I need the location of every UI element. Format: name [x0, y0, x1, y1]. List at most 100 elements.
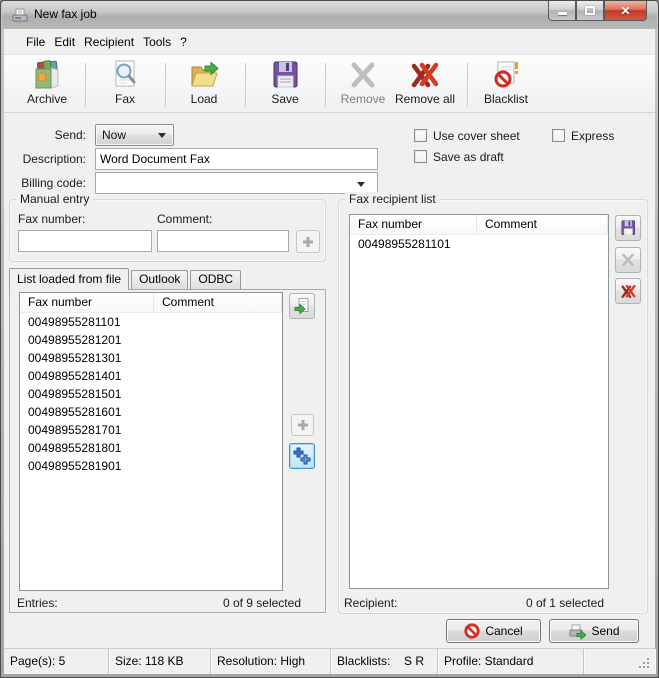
table-header: Fax number Comment: [20, 293, 282, 313]
load-list-from-file-button[interactable]: [289, 293, 315, 319]
menu-edit[interactable]: Edit: [50, 32, 79, 52]
double-plus-icon: [293, 447, 311, 465]
table-row[interactable]: 00498955281701: [20, 421, 282, 439]
menu-recipient[interactable]: Recipient: [80, 32, 138, 52]
remove-all-button[interactable]: Remove all: [385, 58, 465, 110]
table-row[interactable]: 00498955281201: [20, 331, 282, 349]
table-cell: 00498955281901: [20, 457, 154, 475]
send-label: Send:: [9, 128, 86, 142]
load-button[interactable]: Load: [166, 58, 242, 110]
new-fax-job-window: New fax job ✕ File Edit Recipient Tools …: [0, 0, 659, 678]
send-fax-icon: [568, 622, 586, 640]
menu-tools[interactable]: Tools: [139, 32, 175, 52]
table-row[interactable]: 00498955281901: [20, 457, 282, 475]
send-value: Now: [102, 128, 126, 142]
tab-outlook[interactable]: Outlook: [131, 270, 188, 289]
menu-help[interactable]: ?: [176, 32, 191, 52]
table-row[interactable]: 00498955281401: [20, 367, 282, 385]
toolbar-button-label: Load: [166, 92, 242, 106]
fax-app-icon[interactable]: [12, 7, 28, 23]
description-label: Description:: [9, 152, 86, 166]
remove-all-x-icon: [620, 283, 637, 300]
toolbar: Archive Fax: [4, 54, 655, 113]
table-row[interactable]: 00498955281101: [350, 235, 608, 253]
express-checkbox[interactable]: [552, 129, 565, 142]
toolbar-separator: [245, 63, 246, 107]
close-button[interactable]: ✕: [604, 1, 647, 21]
tab-list-loaded-from-file[interactable]: List loaded from file: [9, 268, 129, 290]
blacklist-button[interactable]: Blacklist: [470, 58, 542, 110]
titlebar[interactable]: New fax job ✕: [2, 1, 657, 29]
save-button[interactable]: Save: [247, 58, 323, 110]
manual-fax-number-input[interactable]: [18, 230, 152, 252]
send-button-label: Send: [591, 624, 619, 638]
file-list-table: Fax number Comment 004989552811010049895…: [19, 292, 283, 591]
table-cell: [154, 385, 282, 403]
tab-odbc[interactable]: ODBC: [190, 270, 241, 289]
status-filler: [584, 649, 655, 674]
save-icon: [269, 59, 301, 91]
status-blacklists-value: S R: [404, 649, 424, 674]
recipient-table: Fax number Comment 00498955281101: [349, 214, 609, 589]
toolbar-button-label: Archive: [10, 92, 84, 106]
remove-recipient-button[interactable]: [615, 247, 641, 273]
toolbar-button-label: Save: [247, 92, 323, 106]
table-cell: 00498955281501: [20, 385, 154, 403]
manual-entry-title: Manual entry: [16, 192, 93, 206]
send-dropdown[interactable]: Now: [95, 124, 174, 146]
comment-label: Comment:: [157, 212, 212, 226]
maximize-button[interactable]: [576, 1, 604, 21]
manual-add-button[interactable]: [296, 230, 320, 253]
blacklist-icon: [490, 59, 522, 91]
table-row[interactable]: 00498955281301: [20, 349, 282, 367]
table-cell: 00498955281301: [20, 349, 154, 367]
save-recipient-list-button[interactable]: [615, 215, 641, 241]
table-row[interactable]: 00498955281501: [20, 385, 282, 403]
remove-all-icon: [409, 59, 441, 91]
column-header-fax-number[interactable]: Fax number: [20, 293, 154, 312]
file-list-selection-status: 0 of 9 selected: [223, 596, 301, 610]
add-all-button[interactable]: [289, 443, 315, 469]
column-header-fax-number[interactable]: Fax number: [350, 215, 477, 234]
table-row[interactable]: 00498955281101: [20, 313, 282, 331]
table-cell: 00498955281101: [20, 313, 154, 331]
table-row[interactable]: 00498955281801: [20, 439, 282, 457]
send-button[interactable]: Send: [549, 619, 639, 643]
remove-icon: [347, 59, 379, 91]
toolbar-button-label: Fax: [88, 92, 162, 106]
cancel-icon: [464, 623, 480, 639]
column-header-comment[interactable]: Comment: [154, 293, 282, 312]
plus-icon: [302, 236, 314, 248]
archive-button[interactable]: Archive: [10, 58, 84, 110]
menu-file[interactable]: File: [22, 32, 49, 52]
table-cell: [154, 439, 282, 457]
maximize-icon: [585, 6, 595, 15]
use-cover-sheet-checkbox[interactable]: [414, 129, 427, 142]
window-title: New fax job: [34, 1, 97, 28]
billing-code-combo[interactable]: [95, 172, 378, 194]
column-header-comment[interactable]: Comment: [477, 215, 608, 234]
add-selected-button[interactable]: [291, 414, 314, 436]
toolbar-button-label: Remove all: [385, 92, 465, 106]
description-input[interactable]: [95, 148, 378, 170]
save-as-draft-label: Save as draft: [433, 150, 504, 164]
cancel-button[interactable]: Cancel: [446, 619, 541, 643]
remove-all-recipients-button[interactable]: [615, 278, 641, 304]
table-row[interactable]: 00498955281601: [20, 403, 282, 421]
menu-bar: File Edit Recipient Tools ?: [4, 29, 655, 54]
remove-x-icon: [620, 252, 636, 268]
table-cell: 00498955281701: [20, 421, 154, 439]
manual-entry-group: Manual entry Fax number: Comment:: [9, 199, 326, 262]
save-as-draft-checkbox[interactable]: [414, 150, 427, 163]
chevron-down-icon: [357, 182, 365, 187]
minimize-button[interactable]: [548, 1, 576, 21]
table-cell: [154, 403, 282, 421]
resize-grip[interactable]: [638, 657, 651, 670]
manual-comment-input[interactable]: [157, 230, 289, 252]
fax-preview-button[interactable]: Fax: [88, 58, 162, 110]
table-cell: 00498955281601: [20, 403, 154, 421]
toolbar-separator: [85, 63, 86, 107]
table-cell: [154, 421, 282, 439]
table-cell: [154, 367, 282, 385]
load-icon: [188, 59, 220, 91]
